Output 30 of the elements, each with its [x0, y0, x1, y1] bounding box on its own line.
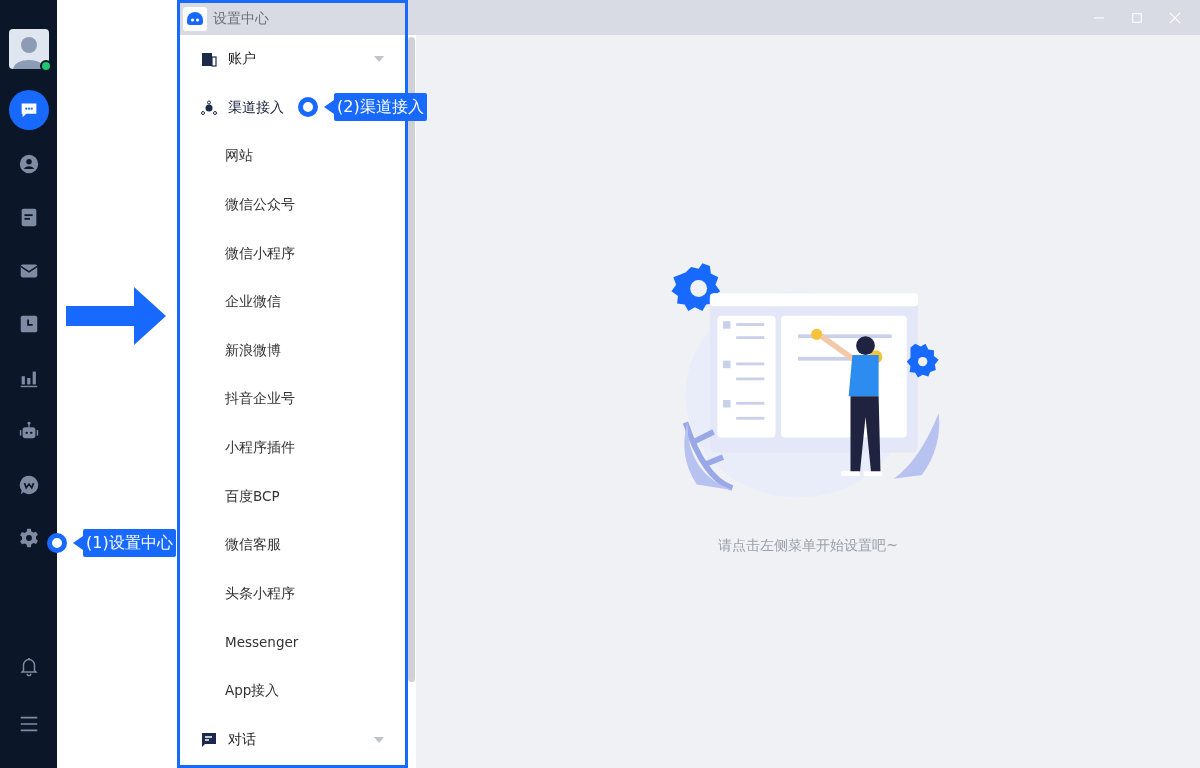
- menu-item[interactable]: Messenger: [180, 618, 405, 667]
- menu-item[interactable]: App接入: [180, 666, 405, 716]
- user-silhouette-icon: [8, 29, 49, 69]
- logo-icon: [183, 7, 207, 31]
- menu-item[interactable]: 抖音企业号: [180, 375, 405, 424]
- menu-group[interactable]: 账户: [180, 35, 405, 84]
- comment-icon: [201, 731, 217, 748]
- callout-label: (2)渠道接入: [334, 93, 427, 121]
- building-icon: [201, 51, 217, 68]
- menu-item[interactable]: 微信小程序: [180, 229, 405, 278]
- window-title: 设置中心: [213, 10, 269, 28]
- menu-item[interactable]: 微信客服: [180, 520, 405, 570]
- menu-item[interactable]: 网站: [180, 132, 405, 181]
- callout-marker: [47, 533, 67, 553]
- menu-item[interactable]: 百度BCP: [180, 472, 405, 521]
- menu-item[interactable]: 企业微信: [180, 277, 405, 327]
- caret-icon: [374, 736, 384, 743]
- menu-group[interactable]: 对话: [180, 715, 405, 764]
- caret-icon: [374, 56, 384, 63]
- menu-group[interactable]: 渠道接入: [180, 83, 305, 133]
- callout-label: (1)设置中心: [83, 529, 176, 557]
- avatar[interactable]: [8, 29, 49, 69]
- menu-item[interactable]: 微信公众号: [180, 180, 405, 230]
- menu-item[interactable]: 新浪微博: [180, 326, 405, 376]
- network-icon: [201, 99, 217, 116]
- menu-item[interactable]: 小程序插件: [180, 423, 405, 473]
- right-arrow-icon: [66, 287, 166, 345]
- empty-state-message: 请点击左侧菜单开始设置吧~: [718, 537, 898, 555]
- menu-item[interactable]: 头条小程序: [180, 569, 405, 619]
- chat-nav-icon[interactable]: [8, 90, 49, 130]
